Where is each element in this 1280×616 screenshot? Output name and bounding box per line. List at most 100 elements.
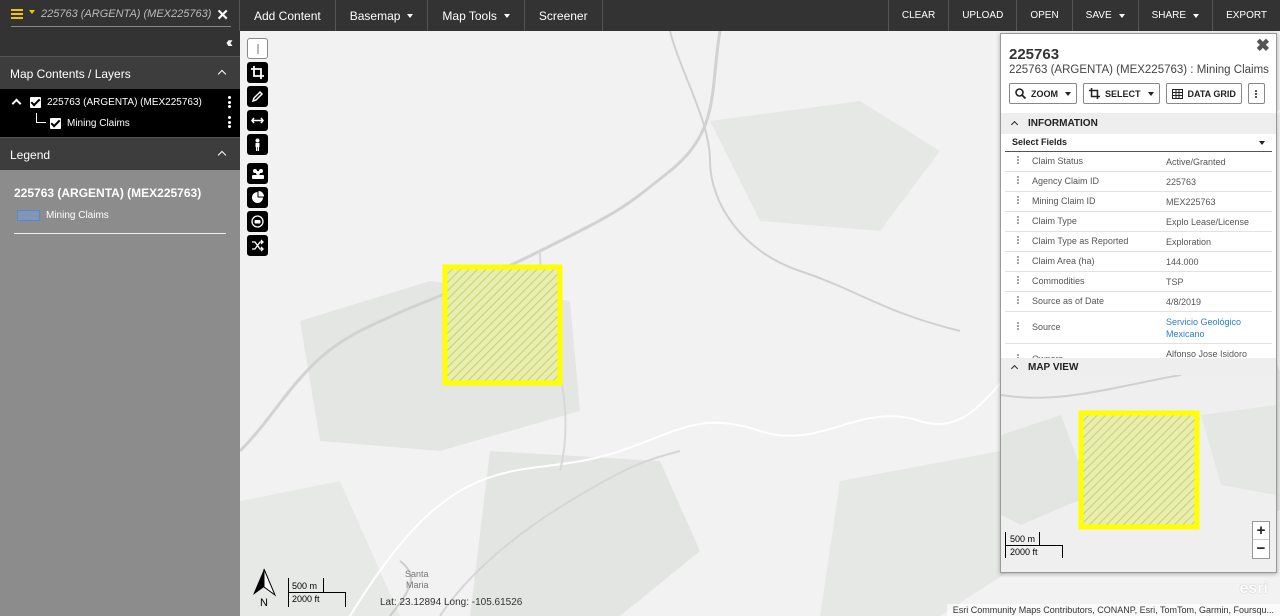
select-label: SELECT (1105, 88, 1141, 99)
clear-search-icon[interactable]: ✕ (216, 6, 229, 24)
layer-checkbox[interactable] (50, 118, 61, 129)
north-label: N (260, 597, 268, 609)
screener-label: Screener (538, 8, 588, 23)
search-area[interactable]: 225763 (ARGENTA) (MEX225763) ✕ (0, 0, 240, 31)
chevron-up-icon[interactable] (11, 98, 22, 109)
attribute-name: Source as of Date (1032, 296, 1105, 306)
mini-map[interactable]: 500 m 2000 ft + − (1001, 375, 1276, 572)
draw-tool-button[interactable] (247, 86, 268, 107)
select-fields-label: Select Fields (1012, 137, 1068, 147)
drag-handle-icon[interactable] (1017, 196, 1019, 205)
scale-metric: 500 m (292, 581, 318, 591)
place-label: Maria (406, 580, 429, 590)
more-options-button[interactable] (1247, 83, 1265, 104)
feature-popup: 225763 225763 (ARGENTA) (MEX225763) : Mi… (1000, 33, 1277, 573)
map-attribution[interactable]: Esri Community Maps Contributors, CONANP… (946, 604, 1280, 616)
list-icon[interactable] (11, 9, 23, 19)
table-icon (1171, 88, 1183, 99)
legend-swatch (17, 210, 40, 221)
upload-label: UPLOAD (962, 10, 1004, 21)
layer-label: Mining Claims (67, 118, 130, 129)
select-button[interactable]: SELECT (1083, 83, 1160, 104)
more-vertical-icon[interactable] (228, 116, 231, 130)
layer-row-parent[interactable]: 225763 (ARGENTA) (MEX225763) (0, 93, 240, 113)
popup-subtitle: 225763 (ARGENTA) (MEX225763) : Mining Cl… (1009, 64, 1269, 76)
map-tools-button[interactable]: Map Tools (428, 0, 525, 31)
zoom-out-button[interactable]: − (1253, 540, 1269, 558)
chevron-up-icon[interactable] (217, 150, 227, 160)
drag-handle-icon[interactable] (1017, 236, 1019, 245)
pencil-icon (251, 90, 264, 103)
double-chevron-left-icon[interactable]: ‹‹ (226, 34, 233, 51)
search-icon (1015, 88, 1026, 99)
add-content-button[interactable]: Add Content (240, 0, 336, 31)
coordinate-readout: Lat: 23.12894 Long: -105.61526 (380, 597, 523, 608)
handle-icon[interactable] (247, 38, 268, 59)
legend-layer-title: 225763 (ARGENTA) (MEX225763) (14, 186, 202, 200)
drag-handle-icon[interactable] (1017, 276, 1019, 285)
data-grid-button[interactable]: DATA GRID (1165, 83, 1242, 104)
drag-handle-icon[interactable] (1017, 296, 1019, 305)
add-content-label: Add Content (254, 8, 321, 23)
drag-handle-icon[interactable] (1017, 156, 1019, 165)
table-row: Claim Area (ha) 144.000 (1005, 252, 1272, 272)
more-vertical-icon[interactable] (228, 96, 231, 110)
upload-button[interactable]: UPLOAD (948, 0, 1016, 31)
map-view-section-header[interactable]: MAP VIEW (1001, 358, 1276, 376)
basemap-button[interactable]: Basemap (336, 0, 429, 31)
map-contents-header[interactable]: Map Contents / Layers (0, 56, 240, 89)
chevron-down-icon (407, 13, 414, 18)
top-toolbar: 225763 (ARGENTA) (MEX225763) ✕ Add Conte… (0, 0, 1280, 31)
caret-down-icon[interactable] (29, 10, 35, 14)
search-input[interactable]: 225763 (ARGENTA) (MEX225763) (41, 8, 211, 20)
zoom-in-button[interactable]: + (1253, 522, 1269, 540)
open-button[interactable]: OPEN (1016, 0, 1071, 31)
vehicle-tool-button[interactable] (247, 211, 268, 232)
crop-icon (1089, 88, 1100, 99)
popup-title: 225763 (1009, 46, 1060, 63)
select-fields-dropdown[interactable]: Select Fields (1005, 133, 1272, 152)
information-section-header[interactable]: INFORMATION (1001, 113, 1276, 134)
shuffle-tool-button[interactable] (247, 235, 268, 256)
attribute-name: Claim Status (1032, 156, 1084, 166)
layer-tree: 225763 (ARGENTA) (MEX225763) Mining Clai… (0, 89, 240, 137)
more-vertical-icon (1255, 89, 1258, 99)
esri-logo: esri (1239, 580, 1268, 597)
north-arrow-icon (253, 568, 277, 597)
group-tool-button[interactable] (247, 163, 268, 184)
share-button[interactable]: SHARE (1137, 0, 1212, 31)
measure-tool-button[interactable] (247, 110, 268, 131)
person-tool-button[interactable] (247, 134, 268, 155)
scale-bar: 500 m 2000 ft (288, 578, 346, 607)
group-icon (251, 169, 264, 179)
person-icon (255, 138, 260, 151)
drag-handle-icon[interactable] (1017, 322, 1019, 331)
search-underline (11, 26, 231, 27)
clear-button[interactable]: CLEAR (887, 0, 948, 31)
layer-checkbox[interactable] (30, 97, 41, 108)
pie-chart-tool-button[interactable] (247, 187, 268, 208)
chevron-up-icon[interactable] (1010, 120, 1019, 129)
screener-button[interactable]: Screener (525, 0, 603, 31)
drag-handle-icon[interactable] (1017, 216, 1019, 225)
chevron-up-icon[interactable] (217, 69, 227, 79)
legend-body: 225763 (ARGENTA) (MEX225763) Mining Clai… (0, 170, 240, 250)
scale-metric: 500 m (1010, 534, 1036, 544)
table-row: Commodities TSP (1005, 272, 1272, 292)
save-button[interactable]: SAVE (1071, 0, 1138, 31)
chevron-up-icon[interactable] (1010, 364, 1019, 373)
zoom-button[interactable]: ZOOM (1009, 83, 1077, 104)
table-row: Claim Type Explo Lease/License (1005, 212, 1272, 232)
legend-header[interactable]: Legend (0, 137, 240, 170)
drag-handle-icon[interactable] (1017, 256, 1019, 265)
crop-tool-button[interactable] (247, 62, 268, 83)
zoom-controls: + − (1252, 521, 1270, 559)
mini-scale-bar: 500 m 2000 ft (1005, 532, 1063, 558)
export-button[interactable]: EXPORT (1212, 0, 1280, 31)
table-row: Claim Status Active/Granted (1005, 152, 1272, 172)
share-label: SHARE (1151, 10, 1187, 21)
close-icon[interactable]: ✖ (1256, 36, 1270, 56)
drag-handle-icon[interactable] (1017, 176, 1019, 185)
sidebar-collapse-bar: ‹‹ (0, 31, 240, 56)
layer-row-child[interactable]: Mining Claims (0, 113, 240, 133)
